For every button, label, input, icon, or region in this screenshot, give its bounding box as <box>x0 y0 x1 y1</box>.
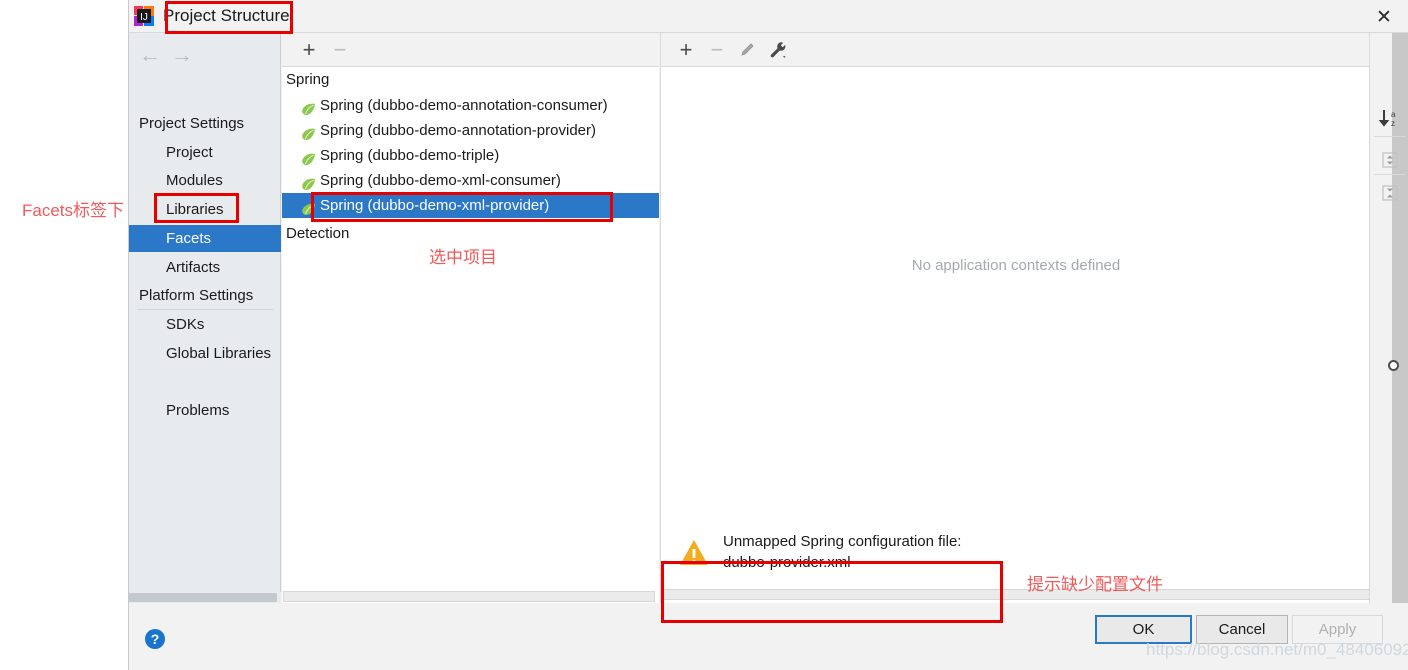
detail-gutter: a z <box>1369 33 1408 603</box>
facets-tree-toolbar: + − <box>282 33 659 67</box>
tree-item-spring-triple[interactable]: Spring (dubbo-demo-triple) <box>282 143 659 168</box>
warning-message: Unmapped Spring configuration file: dubb… <box>723 531 961 573</box>
apply-button: Apply <box>1292 615 1383 644</box>
tree-item-label: Spring (dubbo-demo-annotation-consumer) <box>320 97 608 114</box>
spring-leaf-icon <box>301 199 316 215</box>
collapse-all-icon[interactable] <box>1375 179 1405 207</box>
spring-leaf-icon <box>301 149 316 165</box>
sidebar-item-libraries[interactable]: Libraries <box>129 196 281 223</box>
help-icon[interactable]: ? <box>145 629 165 649</box>
tree-horizontal-scrollbar[interactable] <box>283 591 655 602</box>
sidebar-scrollbar-thumb[interactable] <box>129 593 277 602</box>
annotation-selected-item-note: 选中项目 <box>429 248 497 267</box>
settings-sidebar: ← → Project Settings Project Modules Lib… <box>129 33 281 603</box>
unmapped-config-warning: Unmapped Spring configuration file: dubb… <box>667 523 1367 581</box>
sidebar-item-global-libraries[interactable]: Global Libraries <box>129 340 281 367</box>
plus-icon[interactable]: + <box>673 37 699 63</box>
sidebar-group-platform-settings: Platform Settings <box>139 287 254 304</box>
annotation-missing-config-note: 提示缺少配置文件 <box>1027 575 1163 594</box>
tree-section-spring: Spring <box>286 71 330 88</box>
tree-item-label: Spring (dubbo-demo-xml-consumer) <box>320 172 561 189</box>
spring-leaf-icon <box>301 124 316 140</box>
sidebar-group-project-settings: Project Settings <box>139 115 245 132</box>
sidebar-item-modules[interactable]: Modules <box>129 167 281 194</box>
sidebar-item-artifacts[interactable]: Artifacts <box>129 254 281 281</box>
tree-item-spring-annotation-provider[interactable]: Spring (dubbo-demo-annotation-provider) <box>282 118 659 143</box>
close-icon[interactable]: ✕ <box>1369 4 1399 30</box>
sidebar-item-project[interactable]: Project <box>129 139 281 166</box>
tree-item-spring-xml-provider[interactable]: Spring (dubbo-demo-xml-provider) <box>282 193 659 218</box>
sidebar-nav: ← → <box>129 41 281 71</box>
sidebar-item-sdks[interactable]: SDKs <box>129 311 281 338</box>
minus-icon[interactable]: − <box>704 37 730 63</box>
detail-toolbar: + − <box>661 33 1394 67</box>
facets-tree-body: Spring Spring (dubbo-demo-annotation-con… <box>282 67 659 591</box>
dialog-titlebar: IJ Project Structure ✕ <box>129 0 1408 33</box>
ok-button[interactable]: OK <box>1095 615 1192 644</box>
sidebar-horizontal-scrollbar[interactable] <box>129 592 281 603</box>
gutter-divider-1 <box>1374 136 1406 137</box>
gutter-divider-2 <box>1374 174 1406 175</box>
warning-line-2: dubbo-provider.xml <box>723 554 851 571</box>
sidebar-item-facets[interactable]: Facets <box>129 225 281 252</box>
add-facet-button[interactable]: + <box>296 37 322 63</box>
pencil-icon[interactable] <box>735 37 761 63</box>
project-structure-dialog: IJ Project Structure ✕ ← → Project Setti… <box>128 0 1408 670</box>
remove-facet-button[interactable]: − <box>327 37 353 63</box>
dialog-footer: ? OK Cancel Apply <box>129 603 1408 670</box>
detail-horizontal-scrollbar[interactable] <box>663 589 1375 600</box>
svg-text:a: a <box>1391 110 1396 119</box>
intellij-idea-logo-icon: IJ <box>133 5 155 27</box>
expand-all-icon[interactable] <box>1375 146 1405 174</box>
sidebar-item-problems[interactable]: Problems <box>129 397 281 424</box>
wrench-dropdown-icon[interactable] <box>766 37 792 63</box>
arrow-right-icon[interactable]: → <box>171 44 193 66</box>
arrow-left-icon[interactable]: ← <box>139 44 161 66</box>
warning-triangle-icon <box>679 539 709 566</box>
facet-detail-panel: + − No application contexts defined Unma… <box>660 33 1394 603</box>
svg-text:z: z <box>1391 119 1395 128</box>
sidebar-divider <box>137 309 273 310</box>
tree-item-spring-xml-consumer[interactable]: Spring (dubbo-demo-xml-consumer) <box>282 168 659 193</box>
warning-line-1: Unmapped Spring configuration file: <box>723 533 962 550</box>
tree-item-label: Spring (dubbo-demo-xml-provider) <box>320 197 550 214</box>
tree-item-label: Spring (dubbo-demo-triple) <box>320 147 500 164</box>
cancel-button[interactable]: Cancel <box>1196 615 1288 644</box>
screenshot-root: Facets标签下 IJ Project Structure ✕ ← → Pro… <box>0 0 1408 670</box>
spring-leaf-icon <box>301 99 316 115</box>
resize-handle-icon[interactable] <box>1388 360 1399 371</box>
application-contexts-canvas: No application contexts defined <box>661 67 1394 569</box>
empty-state-message: No application contexts defined <box>911 257 1121 274</box>
facets-tree-panel: + − Spring Spring (dubbo-demo-annotation… <box>282 33 659 603</box>
annotation-facets-note: Facets标签下 <box>22 201 125 220</box>
tree-item-label: Spring (dubbo-demo-annotation-provider) <box>320 122 596 139</box>
svg-text:IJ: IJ <box>140 12 148 23</box>
sort-alphabetical-icon[interactable]: a z <box>1375 104 1405 132</box>
tree-item-spring-annotation-consumer[interactable]: Spring (dubbo-demo-annotation-consumer) <box>282 93 659 118</box>
spring-leaf-icon <box>301 174 316 190</box>
dialog-title: Project Structure <box>163 6 290 25</box>
